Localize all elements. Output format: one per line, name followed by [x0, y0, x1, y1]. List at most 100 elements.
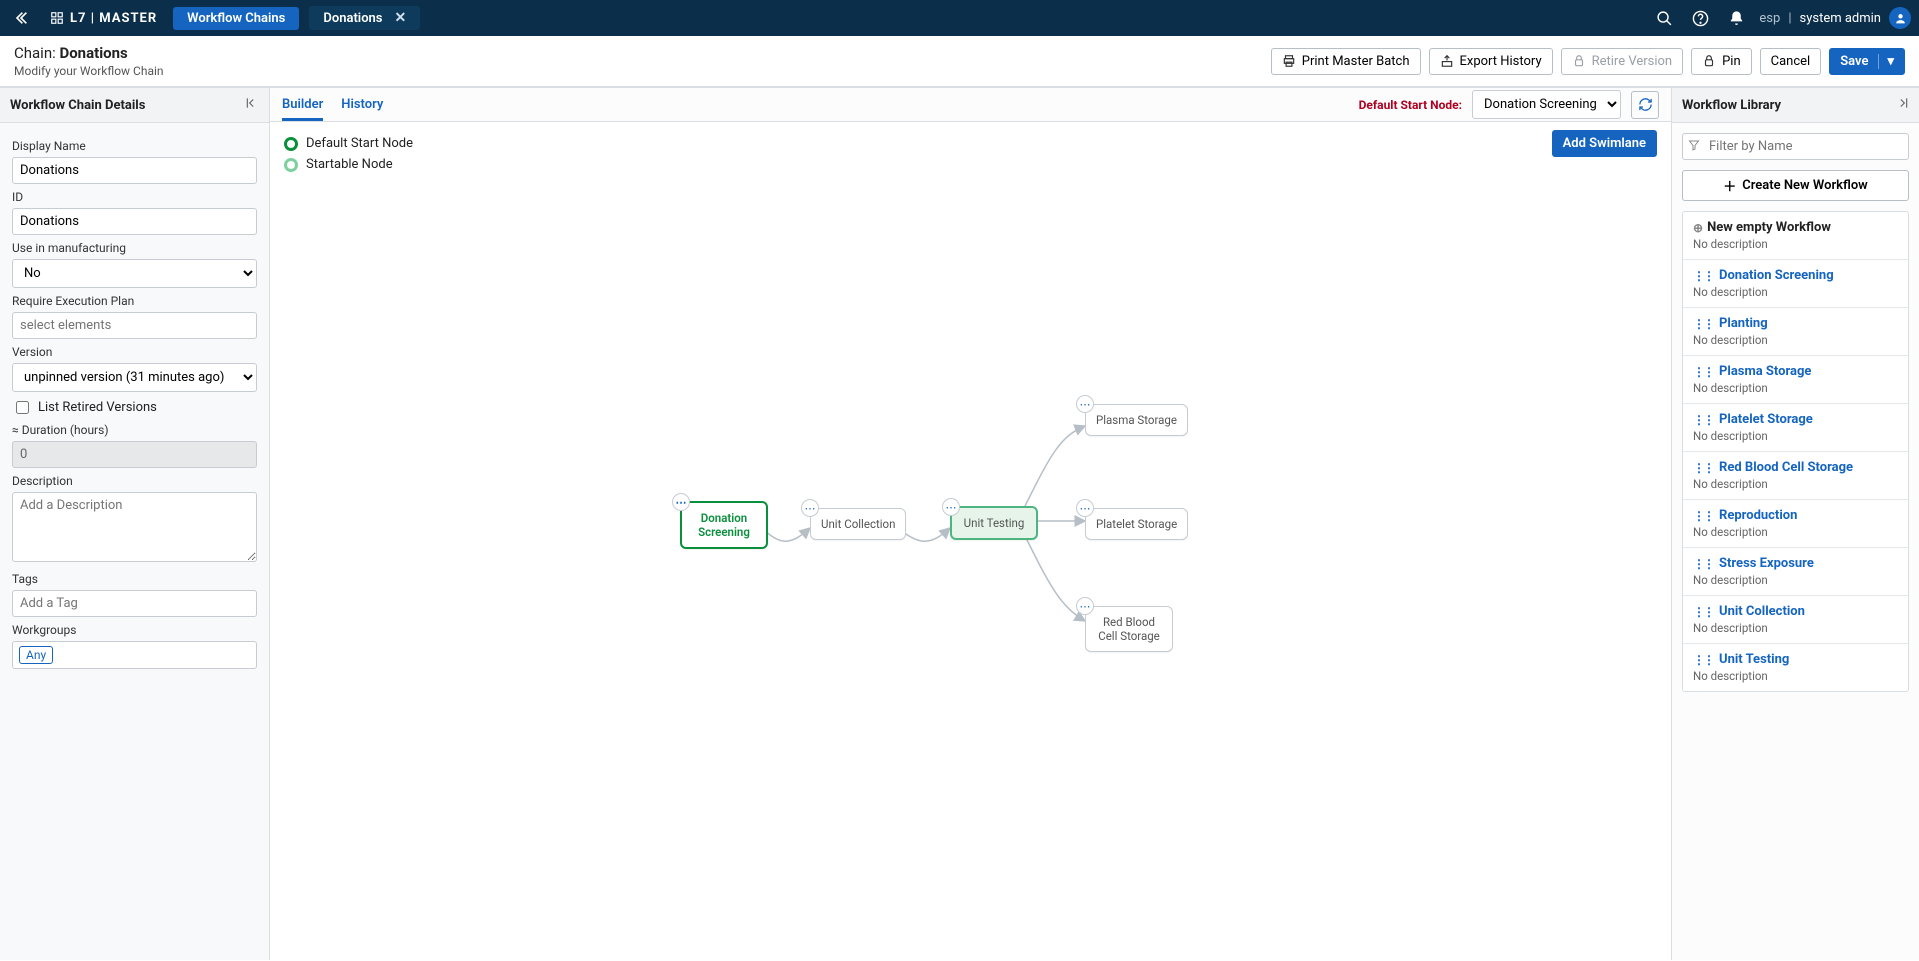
workgroup-tag-any[interactable]: Any — [19, 646, 53, 664]
duration-label: ≈ Duration (hours) — [12, 423, 257, 437]
version-label: Version — [12, 345, 257, 359]
collapse-right-icon[interactable] — [1895, 96, 1909, 114]
page-title-name: Donations — [59, 44, 127, 62]
workflow-item-desc: No description — [1693, 333, 1898, 347]
version-select[interactable]: unpinned version (31 minutes ago) — [12, 363, 257, 392]
exec-label: Require Execution Plan — [12, 294, 257, 308]
node-menu-icon[interactable]: ⋯ — [1076, 395, 1094, 413]
print-master-batch-button[interactable]: Print Master Batch — [1271, 48, 1421, 75]
filter-icon — [1688, 139, 1700, 155]
help-icon[interactable] — [1687, 5, 1713, 31]
workgroups-input[interactable]: Any — [12, 641, 257, 669]
avatar[interactable] — [1889, 7, 1911, 29]
left-panel-title: Workflow Chain Details — [10, 98, 145, 113]
drag-handle-icon: ⋮⋮ — [1693, 605, 1713, 619]
workflow-library-item[interactable]: ⋮⋮Platelet Storage No description — [1683, 404, 1908, 452]
workflow-item-desc: No description — [1693, 429, 1898, 443]
brand-logo: L7 | MASTER — [44, 11, 163, 26]
workflow-library-item[interactable]: ⋮⋮Unit Testing No description — [1683, 644, 1908, 691]
workflow-canvas[interactable]: ⋯ Donation Screening ⋯ Unit Collection ⋯… — [270, 126, 1671, 960]
tab-history[interactable]: History — [341, 97, 383, 121]
workflow-library-item[interactable]: ⋮⋮Stress Exposure No description — [1683, 548, 1908, 596]
workflow-item-name[interactable]: ⋮⋮Reproduction — [1693, 508, 1898, 523]
pin-button[interactable]: Pin — [1691, 48, 1752, 75]
display-name-input[interactable] — [12, 157, 257, 184]
id-label: ID — [12, 190, 257, 204]
workflow-item-name[interactable]: ⋮⋮Red Blood Cell Storage — [1693, 460, 1898, 475]
node-plasma-storage[interactable]: ⋯ Plasma Storage — [1085, 404, 1188, 436]
export-history-button[interactable]: Export History — [1429, 48, 1553, 75]
retired-checkbox[interactable] — [16, 401, 29, 414]
drag-handle-icon: ⋮⋮ — [1693, 509, 1713, 523]
page-subtitle: Modify your Workflow Chain — [14, 64, 164, 78]
search-icon[interactable] — [1651, 5, 1677, 31]
workflow-item-desc: No description — [1693, 477, 1898, 491]
right-panel-title: Workflow Library — [1682, 98, 1781, 113]
workflow-item-desc: No description — [1693, 573, 1898, 587]
drag-handle-icon: ⋮⋮ — [1693, 557, 1713, 571]
workflow-item-name[interactable]: ⋮⋮Stress Exposure — [1693, 556, 1898, 571]
tab-builder[interactable]: Builder — [282, 97, 323, 121]
workflow-item-name[interactable]: ⋮⋮Unit Testing — [1693, 652, 1898, 667]
workflow-library-item[interactable]: ⋮⋮Plasma StorageNo description — [1683, 356, 1908, 404]
create-workflow-button[interactable]: ＋ Create New Workflow — [1682, 170, 1909, 201]
close-icon[interactable]: ✕ — [395, 10, 407, 26]
workflow-item-name[interactable]: ⋮⋮Planting — [1693, 316, 1898, 331]
drag-handle-icon: ⋮⋮ — [1693, 413, 1713, 427]
workflow-item-name[interactable]: ⋮⋮Plasma Storage — [1693, 364, 1898, 379]
tab-workflow-chains[interactable]: Workflow Chains — [173, 7, 299, 30]
workflow-item-name[interactable]: ⋮⋮Unit Collection — [1693, 604, 1898, 619]
retire-label: Retire Version — [1592, 54, 1672, 69]
back-button[interactable] — [8, 5, 34, 31]
node-red-blood-cell-storage[interactable]: ⋯ Red Blood Cell Storage — [1085, 606, 1173, 652]
node-menu-icon[interactable]: ⋯ — [801, 499, 819, 517]
node-menu-icon[interactable]: ⋯ — [1076, 499, 1094, 517]
user-name[interactable]: system admin — [1800, 11, 1882, 26]
node-unit-collection[interactable]: ⋯ Unit Collection — [810, 508, 906, 540]
node-menu-icon[interactable]: ⋯ — [942, 498, 960, 516]
brand-text: L7 | MASTER — [70, 11, 157, 26]
cancel-button[interactable]: Cancel — [1760, 48, 1822, 75]
workflow-library-item[interactable]: ⋮⋮Donation ScreeningNo description — [1683, 260, 1908, 308]
workflow-library-item[interactable]: ⊕New empty WorkflowNo description — [1683, 212, 1908, 260]
workflow-item-desc: No description — [1693, 525, 1898, 539]
filter-input[interactable] — [1682, 133, 1909, 160]
plus-icon: ＋ — [1723, 176, 1736, 195]
bell-icon[interactable] — [1723, 5, 1749, 31]
workflow-item-name[interactable]: ⋮⋮Platelet Storage — [1693, 412, 1898, 427]
node-unit-testing[interactable]: ⋯ Unit Testing — [950, 506, 1038, 540]
node-menu-icon[interactable]: ⋯ — [672, 493, 690, 511]
drag-handle-icon: ⋮⋮ — [1693, 653, 1713, 667]
workflow-library-item[interactable]: ⋮⋮Reproduction No description — [1683, 500, 1908, 548]
page-title-prefix: Chain: — [14, 44, 59, 62]
tab-donations[interactable]: Donations ✕ — [309, 6, 420, 30]
print-label: Print Master Batch — [1302, 54, 1410, 69]
workflow-item-name[interactable]: ⋮⋮Donation Screening — [1693, 268, 1898, 283]
export-label: Export History — [1460, 54, 1542, 69]
use-select[interactable]: No — [12, 259, 257, 288]
workflow-item-desc: No description — [1693, 237, 1898, 251]
drag-handle-icon: ⋮⋮ — [1693, 461, 1713, 475]
workflow-library-item[interactable]: ⋮⋮Planting No description — [1683, 308, 1908, 356]
chevron-down-icon[interactable]: ▾ — [1878, 54, 1894, 69]
workflow-library-item[interactable]: ⋮⋮Red Blood Cell Storage No description — [1683, 452, 1908, 500]
workgroups-label: Workgroups — [12, 623, 257, 637]
exec-input[interactable] — [12, 312, 257, 339]
node-platelet-storage[interactable]: ⋯ Platelet Storage — [1085, 508, 1188, 540]
workflow-library-item[interactable]: ⋮⋮Unit CollectionNo description — [1683, 596, 1908, 644]
tags-input[interactable] — [12, 590, 257, 617]
language-label[interactable]: esp — [1759, 11, 1780, 26]
description-input[interactable] — [12, 492, 257, 562]
node-menu-icon[interactable]: ⋯ — [1076, 597, 1094, 615]
plus-circle-icon: ⊕ — [1693, 221, 1701, 235]
save-button[interactable]: Save ▾ — [1829, 48, 1905, 75]
drag-handle-icon: ⋮⋮ — [1693, 269, 1713, 283]
default-start-node-select[interactable]: Donation Screening — [1472, 90, 1621, 119]
description-label: Description — [12, 474, 257, 488]
refresh-icon[interactable] — [1631, 91, 1659, 119]
workflow-item-desc: No description — [1693, 669, 1898, 683]
id-input[interactable] — [12, 208, 257, 235]
collapse-left-icon[interactable] — [245, 96, 259, 114]
save-label: Save — [1840, 54, 1868, 69]
node-donation-screening[interactable]: ⋯ Donation Screening — [680, 501, 768, 549]
